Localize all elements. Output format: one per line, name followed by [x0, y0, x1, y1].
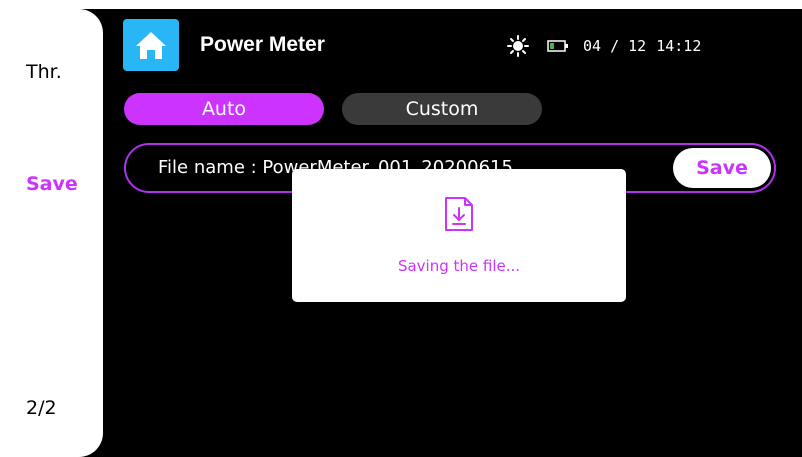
saving-dialog: Saving the file...: [292, 169, 626, 302]
page-indicator[interactable]: 2/2: [26, 397, 57, 419]
file-download-icon: [442, 195, 476, 233]
side-item-save[interactable]: Save: [26, 173, 78, 195]
dialog-message: Saving the file...: [397, 257, 521, 275]
status-time: 14:12: [656, 37, 702, 55]
home-button[interactable]: [123, 19, 179, 71]
battery-icon: [547, 40, 569, 52]
side-menu: Thr. Save 2/2: [10, 9, 103, 457]
home-icon: [134, 29, 168, 61]
tab-custom[interactable]: Custom: [342, 93, 542, 125]
status-date: 04 / 12: [583, 37, 647, 55]
tab-auto[interactable]: Auto: [124, 93, 324, 125]
save-button[interactable]: Save: [673, 148, 771, 188]
brightness-icon: [507, 35, 529, 57]
status-bar: 04 / 12 14:12: [507, 35, 701, 57]
side-item-threshold[interactable]: Thr.: [26, 61, 62, 83]
app-title: Power Meter: [200, 33, 325, 56]
device-screen: Thr. Save 2/2 Power Meter 04 / 12 14:12 …: [10, 9, 802, 457]
